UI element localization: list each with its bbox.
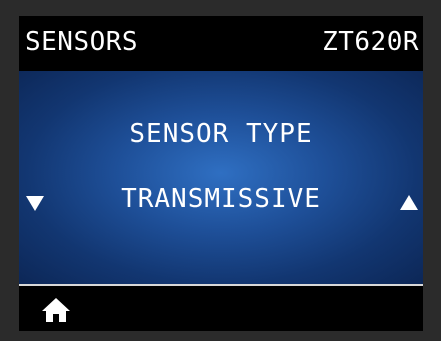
next-value-button[interactable]	[397, 189, 421, 215]
menu-title: SENSORS	[25, 27, 139, 57]
setting-value: TRANSMISSIVE	[121, 184, 321, 214]
setting-panel: SENSOR TYPE TRANSMISSIVE	[19, 71, 423, 284]
home-icon	[42, 298, 70, 322]
lcd-screen: SENSORS ZT620R SENSOR TYPE TRANSMISSIVE	[19, 16, 423, 331]
footer-bar	[19, 284, 423, 331]
header-bar: SENSORS ZT620R	[19, 16, 423, 71]
home-button[interactable]	[41, 296, 71, 324]
printer-model: ZT620R	[322, 27, 419, 57]
triangle-up-icon	[400, 195, 418, 210]
printer-display-frame: SENSORS ZT620R SENSOR TYPE TRANSMISSIVE	[0, 0, 441, 341]
setting-name: SENSOR TYPE	[129, 119, 313, 149]
